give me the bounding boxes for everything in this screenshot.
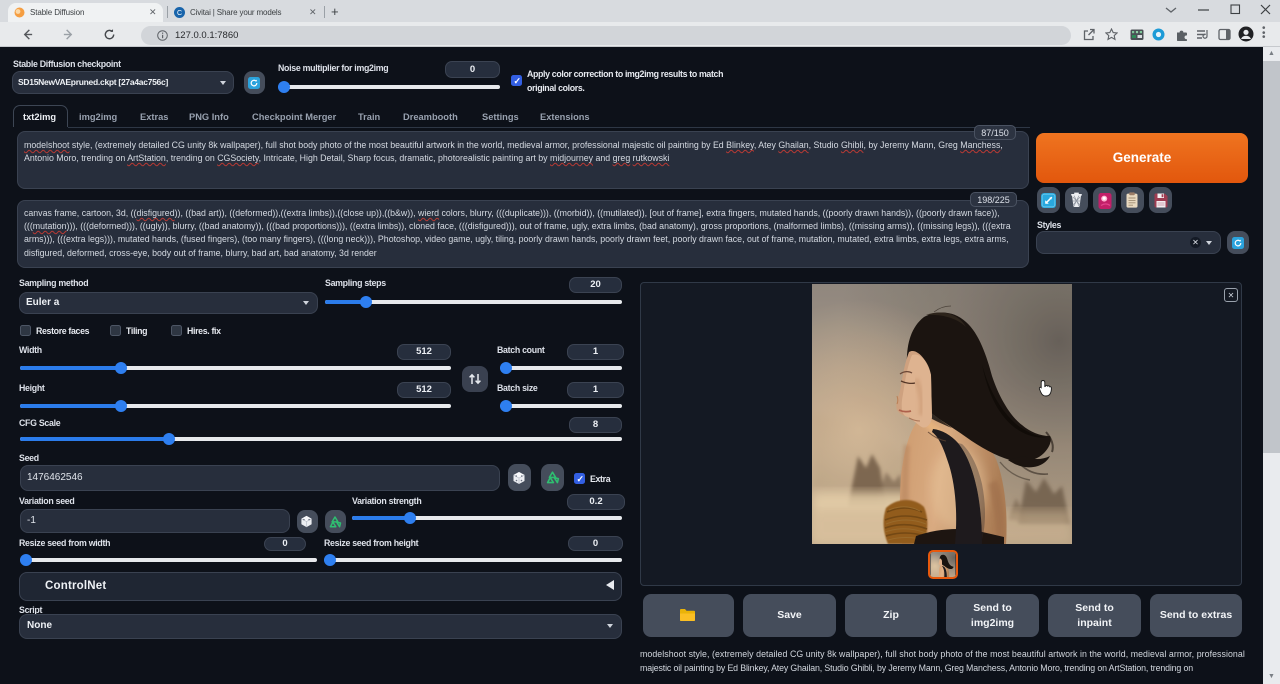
svg-text:C: C	[177, 10, 182, 17]
